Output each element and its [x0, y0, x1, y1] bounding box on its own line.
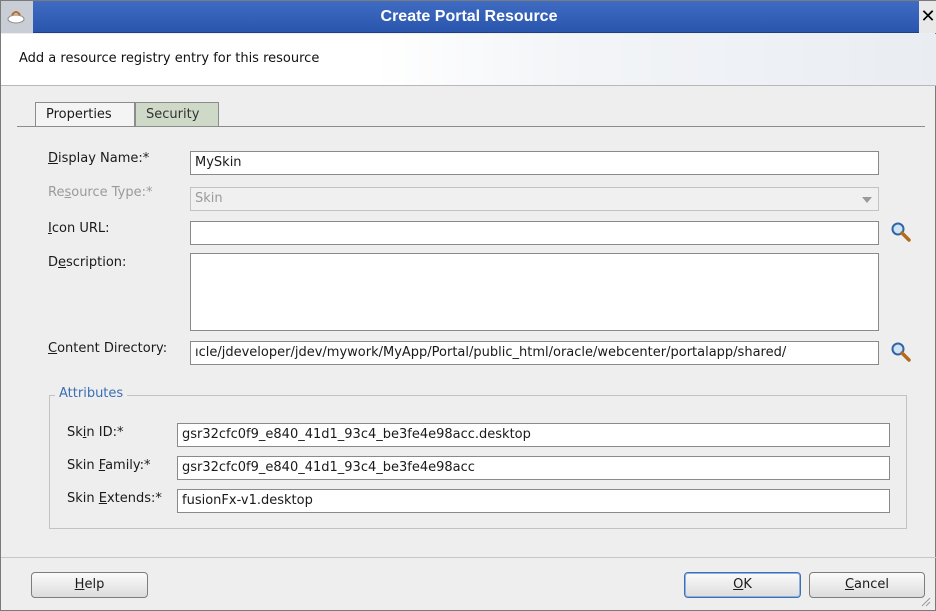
footer-divider — [1, 557, 936, 558]
resize-grip-icon[interactable] — [919, 595, 931, 607]
skin-id-label: Skin ID:* — [67, 425, 124, 440]
attributes-legend: Attributes — [55, 386, 128, 401]
tab-properties[interactable]: Properties — [35, 102, 135, 126]
search-icon — [891, 342, 911, 362]
close-icon[interactable]: ✕ — [919, 1, 936, 33]
skin-family-input[interactable]: gsr32cfc0f9_e840_41d1_93c4_be3fe4e98acc — [177, 456, 890, 480]
display-name-input[interactable]: MySkin — [190, 151, 879, 175]
resource-type-label: Resource Type:* — [48, 185, 153, 200]
skin-extends-label: Skin Extends:* — [67, 491, 162, 506]
tab-label: Properties — [46, 107, 112, 122]
skin-extends-input[interactable]: fusionFx-v1.desktop — [177, 489, 890, 513]
title-bar[interactable]: Create Portal Resource ✕ — [1, 1, 936, 33]
chevron-down-icon — [862, 197, 872, 203]
dialog-header: Add a resource registry entry for this r… — [1, 34, 936, 86]
header-subtitle: Add a resource registry entry for this r… — [19, 51, 328, 66]
icon-url-search-button[interactable] — [890, 221, 912, 243]
tab-security[interactable]: Security — [135, 102, 219, 126]
display-name-label: Display Name:* — [48, 151, 150, 166]
ok-button[interactable]: OK — [684, 572, 801, 598]
help-button[interactable]: Help — [31, 572, 148, 598]
content-directory-label: Content Directory: — [48, 341, 168, 356]
create-portal-resource-dialog: Create Portal Resource ✕ Add a resource … — [0, 0, 936, 611]
resource-type-select[interactable]: Skin — [190, 187, 879, 211]
window-title: Create Portal Resource — [380, 8, 558, 25]
content-directory-input[interactable]: ıcle/jdeveloper/jdev/mywork/MyApp/Portal… — [190, 341, 879, 365]
description-label: Description: — [48, 255, 127, 270]
content-directory-search-button[interactable] — [890, 341, 912, 363]
tab-label: Security — [146, 107, 200, 122]
icon-url-label: Icon URL: — [48, 221, 110, 236]
cancel-button[interactable]: Cancel — [809, 572, 925, 598]
search-icon — [891, 222, 911, 242]
skin-id-input[interactable]: gsr32cfc0f9_e840_41d1_93c4_be3fe4e98acc.… — [177, 423, 890, 447]
icon-url-input[interactable] — [190, 221, 879, 245]
description-textarea[interactable] — [190, 253, 879, 331]
skin-family-label: Skin Family:* — [67, 458, 151, 473]
